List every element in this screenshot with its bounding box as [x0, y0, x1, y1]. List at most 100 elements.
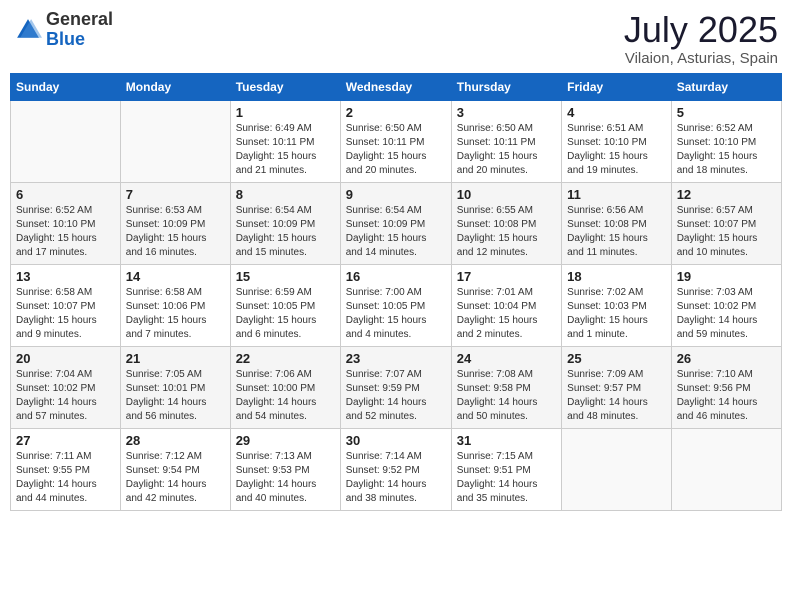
calendar-cell: 12 Sunrise: 6:57 AMSunset: 10:07 PMDaylig…	[671, 182, 781, 264]
calendar-cell: 26 Sunrise: 7:10 AMSunset: 9:56 PMDayligh…	[671, 346, 781, 428]
day-number: 19	[677, 269, 776, 284]
calendar-week-row: 6 Sunrise: 6:52 AMSunset: 10:10 PMDayligh…	[11, 182, 782, 264]
day-number: 27	[16, 433, 115, 448]
calendar-cell	[562, 428, 672, 510]
day-detail: Sunrise: 6:52 AMSunset: 10:10 PMDaylight…	[677, 122, 776, 178]
day-detail: Sunrise: 6:59 AMSunset: 10:05 PMDaylight…	[236, 286, 335, 342]
day-detail: Sunrise: 6:49 AMSunset: 10:11 PMDaylight…	[236, 122, 335, 178]
calendar-week-row: 1Sunrise: 6:49 AMSunset: 10:11 PMDayligh…	[11, 100, 782, 182]
day-number: 31	[457, 433, 556, 448]
day-number: 10	[457, 187, 556, 202]
calendar-cell: 17Sunrise: 7:01 AMSunset: 10:04 PMDaylig…	[451, 264, 561, 346]
day-detail: Sunrise: 6:51 AMSunset: 10:10 PMDaylight…	[567, 122, 666, 178]
day-detail: Sunrise: 7:11 AMSunset: 9:55 PMDaylight:…	[16, 450, 115, 506]
logo-blue-text: Blue	[46, 30, 113, 50]
title-block: July 2025 Vilaion, Asturias, Spain	[624, 10, 778, 67]
logo-general-text: General	[46, 10, 113, 30]
day-detail: Sunrise: 6:52 AMSunset: 10:10 PMDaylight…	[16, 204, 115, 260]
day-detail: Sunrise: 6:54 AMSunset: 10:09 PMDaylight…	[346, 204, 446, 260]
calendar-cell: 28 Sunrise: 7:12 AMSunset: 9:54 PMDayligh…	[120, 428, 230, 510]
day-number: 24	[457, 351, 556, 366]
weekday-header-monday: Monday	[120, 73, 230, 100]
day-detail: Sunrise: 6:57 AMSunset: 10:07 PMDaylight…	[677, 204, 776, 260]
day-detail: Sunrise: 7:05 AMSunset: 10:01 PMDaylight…	[126, 368, 225, 424]
calendar-cell: 6 Sunrise: 6:52 AMSunset: 10:10 PMDayligh…	[11, 182, 121, 264]
day-detail: Sunrise: 7:09 AMSunset: 9:57 PMDaylight:…	[567, 368, 666, 424]
day-detail: Sunrise: 6:58 AMSunset: 10:06 PMDaylight…	[126, 286, 225, 342]
day-detail: Sunrise: 6:50 AMSunset: 10:11 PMDaylight…	[457, 122, 556, 178]
calendar-table: SundayMondayTuesdayWednesdayThursdayFrid…	[10, 73, 782, 511]
day-number: 26	[677, 351, 776, 366]
day-number: 13	[16, 269, 115, 284]
page-header: General Blue July 2025 Vilaion, Asturias…	[10, 10, 782, 67]
day-number: 14	[126, 269, 225, 284]
calendar-cell: 30Sunrise: 7:14 AMSunset: 9:52 PMDayligh…	[340, 428, 451, 510]
day-number: 23	[346, 351, 446, 366]
day-number: 9	[346, 187, 446, 202]
day-detail: Sunrise: 6:55 AMSunset: 10:08 PMDaylight…	[457, 204, 556, 260]
calendar-cell: 21 Sunrise: 7:05 AMSunset: 10:01 PMDaylig…	[120, 346, 230, 428]
day-detail: Sunrise: 7:12 AMSunset: 9:54 PMDaylight:…	[126, 450, 225, 506]
calendar-cell: 31 Sunrise: 7:15 AMSunset: 9:51 PMDayligh…	[451, 428, 561, 510]
day-number: 16	[346, 269, 446, 284]
day-detail: Sunrise: 7:15 AMSunset: 9:51 PMDaylight:…	[457, 450, 556, 506]
calendar-cell: 11 Sunrise: 6:56 AMSunset: 10:08 PMDaylig…	[562, 182, 672, 264]
calendar-cell: 2 Sunrise: 6:50 AMSunset: 10:11 PMDayligh…	[340, 100, 451, 182]
day-number: 22	[236, 351, 335, 366]
calendar-title: July 2025	[624, 10, 778, 50]
day-detail: Sunrise: 7:01 AMSunset: 10:04 PMDaylight…	[457, 286, 556, 342]
calendar-cell: 9 Sunrise: 6:54 AMSunset: 10:09 PMDayligh…	[340, 182, 451, 264]
calendar-cell: 20Sunrise: 7:04 AMSunset: 10:02 PMDaylig…	[11, 346, 121, 428]
day-detail: Sunrise: 7:06 AMSunset: 10:00 PMDaylight…	[236, 368, 335, 424]
weekday-header-sunday: Sunday	[11, 73, 121, 100]
day-number: 11	[567, 187, 666, 202]
day-detail: Sunrise: 7:10 AMSunset: 9:56 PMDaylight:…	[677, 368, 776, 424]
day-number: 29	[236, 433, 335, 448]
weekday-header-wednesday: Wednesday	[340, 73, 451, 100]
day-number: 15	[236, 269, 335, 284]
day-number: 20	[16, 351, 115, 366]
day-detail: Sunrise: 7:14 AMSunset: 9:52 PMDaylight:…	[346, 450, 446, 506]
calendar-cell: 3Sunrise: 6:50 AMSunset: 10:11 PMDayligh…	[451, 100, 561, 182]
calendar-cell: 5 Sunrise: 6:52 AMSunset: 10:10 PMDayligh…	[671, 100, 781, 182]
weekday-header-friday: Friday	[562, 73, 672, 100]
day-detail: Sunrise: 7:03 AMSunset: 10:02 PMDaylight…	[677, 286, 776, 342]
day-number: 2	[346, 105, 446, 120]
calendar-week-row: 20Sunrise: 7:04 AMSunset: 10:02 PMDaylig…	[11, 346, 782, 428]
day-number: 7	[126, 187, 225, 202]
day-number: 8	[236, 187, 335, 202]
day-number: 6	[16, 187, 115, 202]
logo: General Blue	[14, 10, 113, 50]
day-detail: Sunrise: 6:50 AMSunset: 10:11 PMDaylight…	[346, 122, 446, 178]
weekday-header-tuesday: Tuesday	[230, 73, 340, 100]
calendar-cell: 19 Sunrise: 7:03 AMSunset: 10:02 PMDaylig…	[671, 264, 781, 346]
calendar-cell: 7Sunrise: 6:53 AMSunset: 10:09 PMDayligh…	[120, 182, 230, 264]
calendar-cell: 25 Sunrise: 7:09 AMSunset: 9:57 PMDayligh…	[562, 346, 672, 428]
day-detail: Sunrise: 6:56 AMSunset: 10:08 PMDaylight…	[567, 204, 666, 260]
day-number: 21	[126, 351, 225, 366]
calendar-cell: 24Sunrise: 7:08 AMSunset: 9:58 PMDayligh…	[451, 346, 561, 428]
day-number: 25	[567, 351, 666, 366]
calendar-cell: 14 Sunrise: 6:58 AMSunset: 10:06 PMDaylig…	[120, 264, 230, 346]
calendar-cell: 1Sunrise: 6:49 AMSunset: 10:11 PMDayligh…	[230, 100, 340, 182]
weekday-header-row: SundayMondayTuesdayWednesdayThursdayFrid…	[11, 73, 782, 100]
calendar-cell: 29Sunrise: 7:13 AMSunset: 9:53 PMDayligh…	[230, 428, 340, 510]
calendar-cell	[671, 428, 781, 510]
calendar-cell: 4 Sunrise: 6:51 AMSunset: 10:10 PMDayligh…	[562, 100, 672, 182]
weekday-header-thursday: Thursday	[451, 73, 561, 100]
day-detail: Sunrise: 7:07 AMSunset: 9:59 PMDaylight:…	[346, 368, 446, 424]
calendar-cell: 22 Sunrise: 7:06 AMSunset: 10:00 PMDaylig…	[230, 346, 340, 428]
day-number: 4	[567, 105, 666, 120]
day-number: 5	[677, 105, 776, 120]
day-number: 12	[677, 187, 776, 202]
day-detail: Sunrise: 7:02 AMSunset: 10:03 PMDaylight…	[567, 286, 666, 342]
day-detail: Sunrise: 6:58 AMSunset: 10:07 PMDaylight…	[16, 286, 115, 342]
calendar-cell: 23 Sunrise: 7:07 AMSunset: 9:59 PMDayligh…	[340, 346, 451, 428]
day-number: 28	[126, 433, 225, 448]
calendar-week-row: 27 Sunrise: 7:11 AMSunset: 9:55 PMDayligh…	[11, 428, 782, 510]
calendar-subtitle: Vilaion, Asturias, Spain	[624, 50, 778, 67]
calendar-cell: 18Sunrise: 7:02 AMSunset: 10:03 PMDaylig…	[562, 264, 672, 346]
calendar-cell: 15 Sunrise: 6:59 AMSunset: 10:05 PMDaylig…	[230, 264, 340, 346]
calendar-cell: 27 Sunrise: 7:11 AMSunset: 9:55 PMDayligh…	[11, 428, 121, 510]
calendar-cell: 16Sunrise: 7:00 AMSunset: 10:05 PMDaylig…	[340, 264, 451, 346]
